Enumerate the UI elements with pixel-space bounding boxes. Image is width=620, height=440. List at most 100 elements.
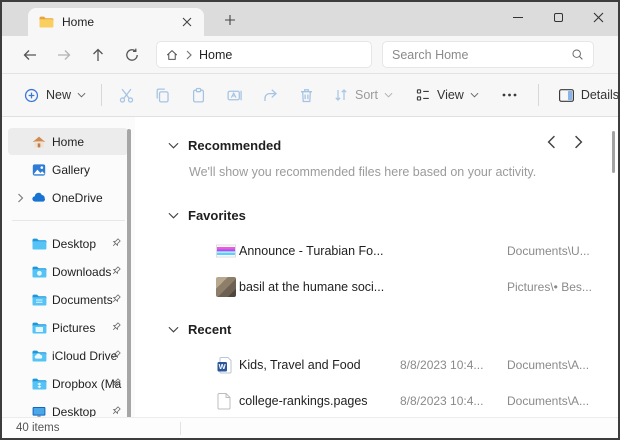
pin-icon: [112, 322, 121, 331]
new-button[interactable]: New: [14, 79, 95, 111]
folder-icon: [32, 378, 47, 389]
view-button-label: View: [436, 88, 464, 102]
chevron-down-icon: [384, 92, 393, 98]
content-pane: Recommended We'll show you recommended f…: [135, 117, 618, 417]
sidebar-item-dropbox[interactable]: Dropbox (Ma: [8, 370, 128, 397]
item-count: 40 items: [16, 422, 60, 434]
maximize-icon: [553, 12, 563, 22]
file-path: Documents\U...: [507, 244, 590, 258]
chevron-down-icon: [77, 92, 86, 98]
more-options-button[interactable]: [492, 79, 528, 111]
file-row[interactable]: W Kids, Travel and Food 8/8/2023 10:4...…: [135, 347, 618, 383]
up-button[interactable]: [82, 41, 114, 69]
blank-document-icon: [216, 392, 232, 410]
view-button[interactable]: View: [406, 79, 488, 111]
share-button[interactable]: [252, 79, 288, 111]
file-row[interactable]: Announce - Turabian Fo... Documents\U...: [135, 233, 618, 269]
sidebar-item-label: Home: [52, 134, 85, 149]
file-path: Documents\A...: [507, 394, 590, 408]
section-title[interactable]: Recent: [188, 322, 231, 337]
trash-icon: [300, 88, 312, 102]
status-divider: [180, 422, 181, 435]
file-name: basil at the humane soci...: [239, 280, 385, 294]
delete-button[interactable]: [288, 79, 324, 111]
sidebar-item-documents[interactable]: Documents: [8, 286, 128, 313]
navigation-pane: Home Gallery OneDrive Desktop Downloads …: [2, 117, 135, 421]
sidebar-separator: [12, 220, 125, 221]
folder-icon: [38, 14, 54, 30]
ellipsis-icon: [502, 93, 517, 97]
section-title[interactable]: Favorites: [188, 208, 246, 223]
file-name: Kids, Travel and Food: [239, 358, 361, 372]
collapse-chevron-icon[interactable]: [168, 326, 179, 333]
sidebar-item-desktop[interactable]: Desktop: [8, 230, 128, 257]
sidebar-scrollbar[interactable]: [127, 129, 131, 421]
scroll-right-icon[interactable]: [573, 135, 584, 149]
file-name: Announce - Turabian Fo...: [239, 244, 384, 258]
svg-text:W: W: [219, 362, 227, 371]
close-button[interactable]: [578, 2, 618, 32]
sidebar-item-pictures[interactable]: Pictures: [8, 314, 128, 341]
gallery-icon: [32, 163, 46, 176]
word-document-icon: W: [216, 356, 234, 374]
folder-icon: [32, 266, 47, 277]
sort-button[interactable]: Sort: [324, 79, 402, 111]
tab-close-icon[interactable]: [178, 13, 196, 31]
sidebar-item-home[interactable]: Home: [8, 128, 128, 155]
address-bar[interactable]: Home: [156, 41, 372, 68]
scroll-left-icon[interactable]: [546, 135, 557, 149]
new-button-label: New: [46, 88, 72, 102]
pin-icon: [112, 238, 121, 247]
content-scrollbar[interactable]: [612, 131, 615, 173]
details-panel-icon: [558, 88, 574, 102]
collapse-chevron-icon[interactable]: [168, 142, 179, 149]
section-title[interactable]: Recommended: [188, 138, 281, 153]
folder-icon: [32, 350, 47, 361]
copy-icon: [156, 87, 169, 103]
file-row[interactable]: college-rankings.pages 8/8/2023 10:4... …: [135, 383, 618, 417]
forward-button[interactable]: [48, 41, 80, 69]
back-button[interactable]: [14, 41, 46, 69]
paste-button[interactable]: [180, 79, 216, 111]
expand-chevron-icon: [17, 193, 23, 202]
pin-icon: [112, 378, 121, 387]
maximize-button[interactable]: [538, 2, 578, 32]
sidebar-item-gallery[interactable]: Gallery: [8, 156, 128, 183]
cut-button[interactable]: [108, 79, 144, 111]
search-input[interactable]: [392, 47, 571, 62]
paste-icon: [192, 87, 204, 103]
view-icon: [416, 89, 429, 101]
collapse-chevron-icon[interactable]: [168, 212, 179, 219]
pin-icon: [112, 350, 121, 359]
cut-icon: [119, 88, 133, 103]
sidebar-item-onedrive[interactable]: OneDrive: [8, 184, 128, 211]
tab-home[interactable]: Home: [28, 8, 204, 36]
new-tab-button[interactable]: [218, 8, 242, 32]
search-icon: [572, 49, 583, 60]
plus-circle-icon: [24, 88, 39, 102]
status-bar: 40 items: [2, 417, 618, 438]
sidebar-item-icloud-drive[interactable]: iCloud Drive: [8, 342, 128, 369]
rename-button[interactable]: [216, 79, 252, 111]
section-recommended-header: Recommended: [135, 135, 618, 155]
tab-label: Home: [62, 15, 95, 29]
folder-icon: [32, 238, 47, 249]
copy-button[interactable]: [144, 79, 180, 111]
minimize-button[interactable]: [498, 2, 538, 32]
breadcrumb[interactable]: Home: [199, 48, 232, 62]
sidebar-item-downloads[interactable]: Downloads: [8, 258, 128, 285]
details-button-label: Details: [580, 88, 620, 102]
refresh-button[interactable]: [116, 41, 148, 69]
file-name: college-rankings.pages: [239, 394, 368, 408]
sidebar-item-label: OneDrive: [52, 190, 103, 205]
minimize-icon: [513, 16, 523, 18]
folder-icon: [32, 294, 47, 305]
file-explorer-window: Home Home Search Home New Sort View Deta…: [0, 0, 620, 440]
search-box[interactable]: [382, 41, 594, 68]
close-icon: [593, 12, 603, 22]
explorer-body: Home Gallery OneDrive Desktop Downloads …: [2, 117, 618, 421]
details-button[interactable]: Details: [549, 79, 620, 111]
section-favorites-header: Favorites: [135, 205, 618, 225]
file-row[interactable]: basil at the humane soci... Pictures\• B…: [135, 269, 618, 305]
command-toolbar: New Sort View Details: [2, 74, 618, 117]
